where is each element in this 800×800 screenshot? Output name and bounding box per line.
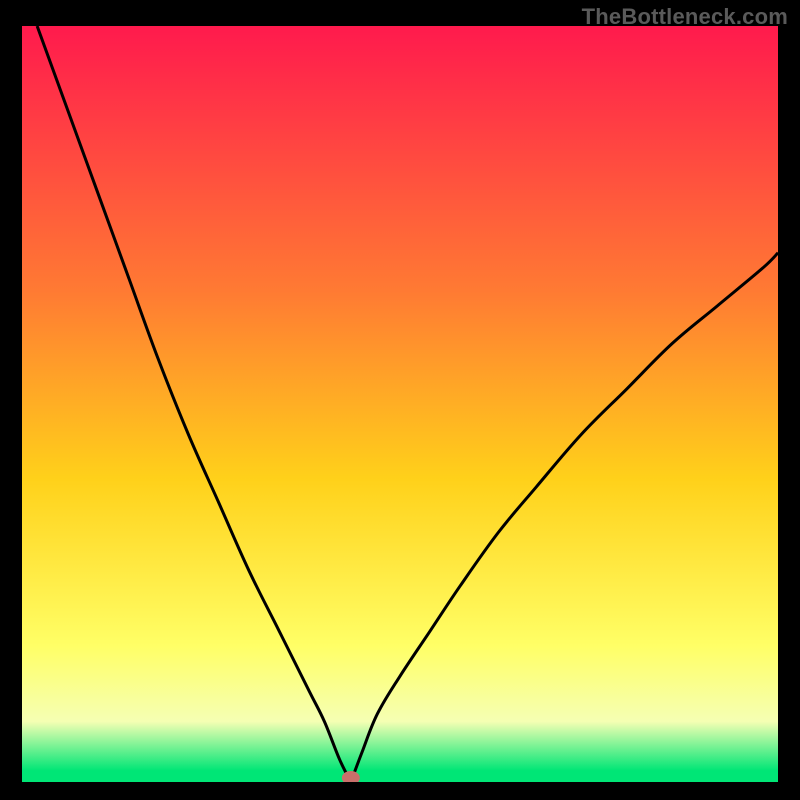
watermark-text: TheBottleneck.com [582,4,788,30]
bottleneck-chart [22,26,778,782]
chart-frame: TheBottleneck.com [0,0,800,800]
plot-area [22,26,778,782]
gradient-background [22,26,778,782]
